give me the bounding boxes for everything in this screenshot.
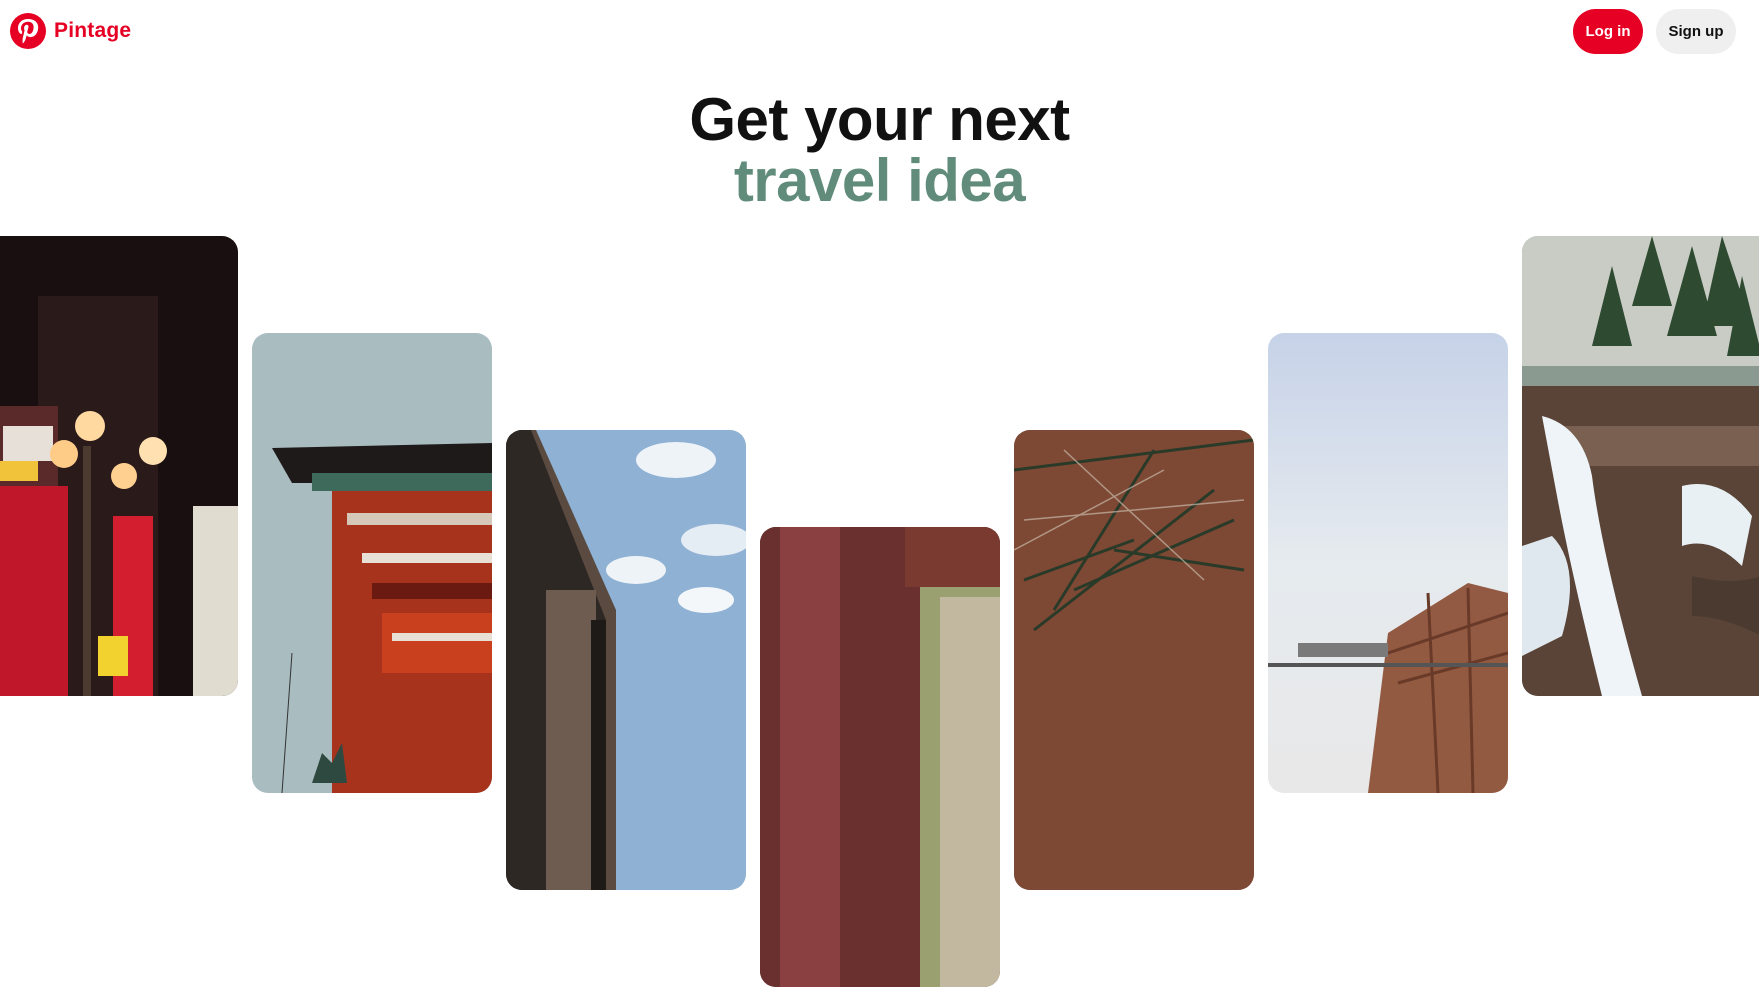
shrine-gate-image[interactable] bbox=[252, 333, 492, 793]
frozen-waterfall-image[interactable] bbox=[1522, 236, 1759, 696]
city-night-street-image[interactable] bbox=[0, 236, 238, 696]
pine-branches-image[interactable] bbox=[1014, 430, 1254, 890]
login-button[interactable]: Log in bbox=[1573, 9, 1643, 54]
top-nav: Pintage Log in Sign up bbox=[0, 0, 1759, 64]
temple-interior-image[interactable] bbox=[760, 527, 1000, 987]
pinterest-logo-icon bbox=[10, 13, 46, 49]
brand[interactable]: Pintage bbox=[10, 13, 131, 49]
signup-button[interactable]: Sign up bbox=[1656, 9, 1736, 54]
structure-sky-image[interactable] bbox=[1268, 333, 1508, 793]
hero-subtitle: travel idea bbox=[733, 147, 1026, 214]
hero-heading: Get your next travel idea bbox=[0, 90, 1759, 211]
building-sky-image[interactable] bbox=[506, 430, 746, 890]
hero-title: Get your next bbox=[689, 86, 1070, 153]
brand-name: Pintage bbox=[54, 19, 132, 42]
